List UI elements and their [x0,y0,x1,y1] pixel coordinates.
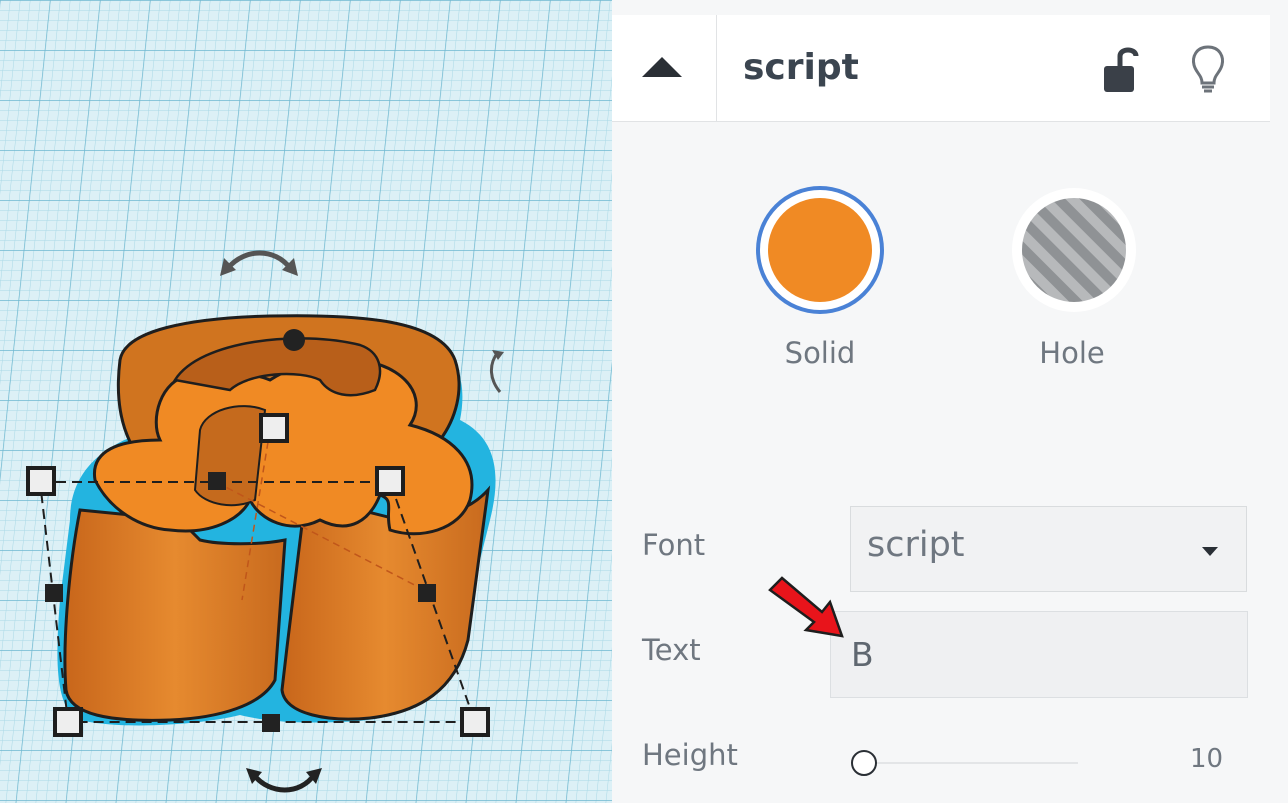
annotation-arrow-icon [760,572,850,646]
font-select[interactable]: script [850,506,1247,592]
edge-handle[interactable] [208,472,226,490]
workplane-viewport[interactable] [0,0,612,803]
resize-handle[interactable] [26,466,56,496]
height-slider-track[interactable] [866,762,1078,764]
header-divider [716,15,717,121]
height-slider-knob[interactable] [851,750,877,776]
hint-button[interactable] [1180,39,1236,99]
inspector-header: script [612,15,1270,122]
resize-handle[interactable] [375,466,405,496]
solid-color-swatch[interactable] [754,184,886,320]
font-select-value: script [867,525,965,565]
resize-handle[interactable] [53,707,83,737]
lock-button[interactable] [1092,39,1148,99]
font-label: Font [642,528,706,562]
text-input-value: B [851,635,874,674]
workplane-canvas[interactable] [0,0,612,803]
lightbulb-icon [1192,45,1224,93]
text-input[interactable]: B [830,611,1248,698]
solid-label: Solid [784,336,856,370]
resize-handle[interactable] [460,707,490,737]
height-handle[interactable] [259,413,289,443]
height-label: Height [642,738,738,772]
hole-label: Hole [1039,336,1105,370]
lift-handle[interactable] [283,329,305,351]
text-label: Text [642,633,701,667]
caret-up-icon [642,57,682,77]
edge-handle[interactable] [262,714,280,732]
hole-swatch[interactable] [1008,184,1140,320]
collapse-button[interactable] [632,45,692,91]
dropdown-caret-icon [1202,547,1218,556]
edge-handle[interactable] [45,584,63,602]
edge-handle[interactable] [418,584,436,602]
height-value: 10 [1190,744,1224,774]
shape-name[interactable]: script [743,45,859,91]
shape-inspector-panel: script Solid Hole Font script Text B Hei… [612,0,1288,803]
unlock-icon [1104,47,1139,92]
